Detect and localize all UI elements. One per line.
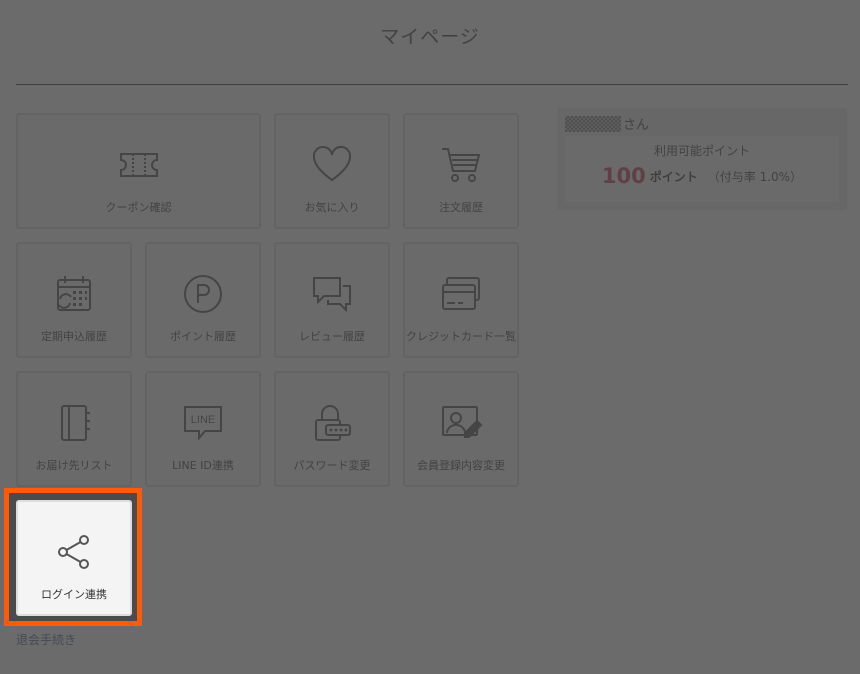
member-info-label: 会員登録内容変更	[417, 459, 505, 472]
ticket-icon	[117, 143, 161, 187]
share-icon	[54, 532, 94, 572]
profile-edit-icon	[439, 401, 483, 445]
line-tile[interactable]: LINE LINE ID連携	[145, 371, 261, 487]
subscription-label: 定期申込履歴	[41, 330, 107, 343]
reviews-tile[interactable]: レビュー履歴	[274, 242, 390, 358]
coupon-tile[interactable]: クーポン確認	[16, 113, 261, 229]
points-history-label: ポイント履歴	[170, 330, 236, 343]
masked-user-name	[565, 115, 621, 132]
points-value: 100	[601, 164, 646, 188]
subscription-tile[interactable]: 定期申込履歴	[16, 242, 132, 358]
points-summary: 利用可能ポイント 100 ポイント （付与率 1.0%）	[565, 136, 839, 202]
points-panel: さん 利用可能ポイント 100 ポイント （付与率 1.0%）	[557, 108, 847, 210]
line-icon: LINE	[181, 401, 225, 445]
favorites-tile[interactable]: お気に入り	[274, 113, 390, 229]
favorites-label: お気に入り	[304, 201, 360, 214]
reviews-label: レビュー履歴	[299, 330, 365, 343]
name-suffix: さん	[623, 118, 650, 133]
password-label: パスワード変更	[293, 459, 371, 472]
cart-icon	[439, 143, 483, 187]
points-history-tile[interactable]: ポイント履歴	[145, 242, 261, 358]
points-rate: （付与率 1.0%）	[707, 169, 803, 184]
login-link-tile[interactable]: ログイン連携	[16, 500, 132, 616]
points-caption: 利用可能ポイント	[653, 144, 750, 158]
point-p-icon	[181, 272, 225, 316]
lock-icon	[310, 401, 354, 445]
login-link-label: ログイン連携	[41, 588, 107, 601]
heart-icon	[310, 143, 354, 187]
password-tile[interactable]: パスワード変更	[274, 371, 390, 487]
addresses-tile[interactable]: お届け先リスト	[16, 371, 132, 487]
member-info-tile[interactable]: 会員登録内容変更	[403, 371, 519, 487]
coupon-label: クーポン確認	[105, 201, 172, 214]
credit-card-icon	[439, 272, 483, 316]
line-glyph-text: LINE	[191, 414, 215, 426]
points-unit: ポイント	[649, 169, 698, 184]
credit-cards-tile[interactable]: クレジットカード一覧	[403, 242, 519, 358]
withdraw-link[interactable]: 退会手続き	[16, 631, 76, 648]
addresses-label: お届け先リスト	[35, 459, 113, 472]
line-label: LINE ID連携	[172, 459, 234, 472]
orders-tile[interactable]: 注文履歴	[403, 113, 519, 229]
title-divider	[16, 84, 848, 85]
user-name-row: さん	[565, 114, 649, 133]
address-book-icon	[52, 401, 96, 445]
orders-label: 注文履歴	[439, 201, 483, 214]
page-title: マイページ	[380, 26, 480, 48]
calendar-refresh-icon	[52, 272, 96, 316]
chat-bubbles-icon	[310, 272, 354, 316]
credit-cards-label: クレジットカード一覧	[406, 330, 516, 343]
points-value-row: 100 ポイント （付与率 1.0%）	[565, 164, 839, 188]
